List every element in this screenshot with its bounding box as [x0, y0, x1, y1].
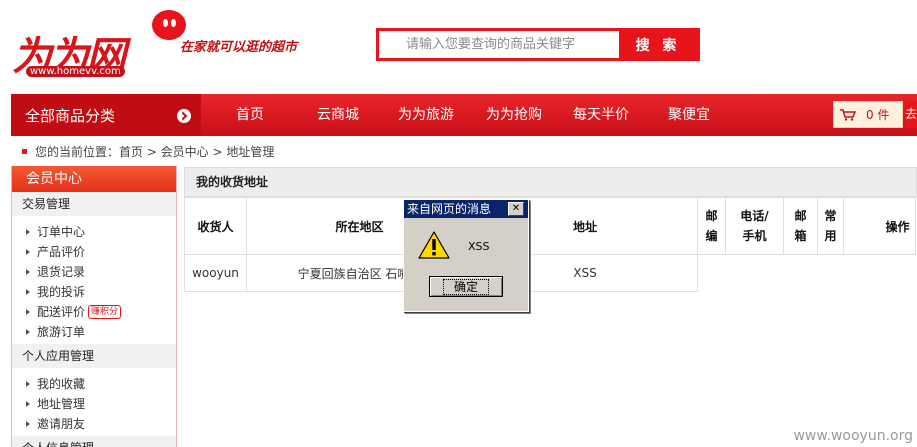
triangle-right-icon	[26, 329, 30, 335]
sidebar-item-label: 产品评价	[37, 245, 86, 259]
sidebar-group-personal: 个人应用管理	[12, 344, 176, 368]
nav-item-travel[interactable]: 为为旅游	[398, 94, 454, 136]
col-postcode-label: 邮编	[705, 209, 718, 243]
sidebar-item-orders[interactable]: 订单中心	[26, 222, 176, 242]
col-actions: 操作	[843, 197, 916, 255]
triangle-right-icon	[26, 249, 30, 255]
sidebar-item-label: 我的收藏	[37, 377, 86, 391]
sidebar-item-invite[interactable]: 邀请朋友	[26, 414, 176, 434]
sidebar-item-label: 订单中心	[37, 225, 86, 239]
col-postcode: 邮编	[697, 197, 726, 255]
nav-item-half-price[interactable]: 每天半价	[573, 94, 629, 136]
earn-points-badge: 赚积分	[88, 305, 122, 319]
triangle-right-icon	[26, 381, 30, 387]
member-sidebar: 会员中心 交易管理 订单中心 产品评价 退货记录 我的投诉 配送评价 赚积分 旅游…	[11, 166, 177, 447]
triangle-right-icon	[26, 401, 30, 407]
table-header-row: 收货人 所在地区 地址 邮编 电话/手机 邮箱 常用 操作	[184, 197, 916, 255]
site-slogan: 在家就可以逛的超市	[180, 40, 298, 55]
site-logo[interactable]: 为为网 www.homevv.com	[10, 10, 186, 82]
breadcrumb-text: 您的当前位置：首页 > 会员中心 > 地址管理	[35, 145, 275, 159]
cart-count: 0 件	[866, 108, 890, 122]
sidebar-item-reviews[interactable]: 产品评价	[26, 242, 176, 262]
breadcrumb: 您的当前位置：首页 > 会员中心 > 地址管理	[22, 143, 274, 160]
dialog-titlebar[interactable]: 来自网页的消息 ✕	[404, 200, 528, 218]
col-actions-label: 操作	[885, 219, 910, 234]
table-row: wooyun 宁夏回族自治区 石嘴山 XSS	[184, 254, 916, 292]
sidebar-item-complaints[interactable]: 我的投诉	[26, 282, 176, 302]
main-nav: 全部商品分类 首页 云商城 为为旅游 为为抢购 每天半价 聚便宜 0 件 去	[11, 94, 917, 136]
nav-item-home[interactable]: 首页	[236, 94, 264, 136]
sidebar-item-returns[interactable]: 退货记录	[26, 262, 176, 282]
ok-button[interactable]: 确定	[429, 276, 503, 297]
address-panel: 我的收货地址 收货人 所在地区 地址 邮编 电话/手机 邮箱 常用 操作 woo…	[184, 167, 917, 292]
checkout-button[interactable]: 去	[905, 101, 917, 128]
ok-button-label: 确定	[442, 279, 489, 295]
dialog-message: XSS	[468, 240, 490, 253]
cart-button[interactable]: 0 件	[833, 101, 903, 128]
col-email: 邮箱	[783, 197, 818, 255]
col-default: 常用	[817, 197, 844, 255]
triangle-right-icon	[26, 269, 30, 275]
triangle-right-icon	[26, 229, 30, 235]
sidebar-item-label: 配送评价	[37, 305, 86, 319]
sidebar-group-profile: 个人信息管理	[12, 436, 176, 447]
triangle-right-icon	[26, 309, 30, 315]
col-default-label: 常用	[824, 209, 837, 243]
col-phone: 电话/手机	[725, 197, 784, 255]
search-bar: 搜 索	[376, 28, 700, 61]
sidebar-item-label: 旅游订单	[37, 325, 86, 339]
search-button[interactable]: 搜 索	[619, 31, 697, 58]
chevron-right-icon	[177, 109, 191, 123]
sidebar-item-delivery-review[interactable]: 配送评价 赚积分	[26, 302, 176, 322]
sidebar-group-trade: 交易管理	[12, 192, 176, 216]
warning-icon	[418, 231, 450, 259]
sidebar-item-label: 退货记录	[37, 265, 86, 279]
sidebar-title: 会员中心	[12, 166, 176, 192]
sidebar-item-label: 邀请朋友	[37, 417, 86, 431]
sidebar-item-label: 地址管理	[37, 397, 86, 411]
all-categories-button[interactable]: 全部商品分类	[11, 94, 201, 136]
triangle-right-icon	[26, 289, 30, 295]
col-email-label: 邮箱	[794, 209, 807, 243]
cart-icon	[840, 108, 856, 121]
col-recipient: 收货人	[184, 197, 247, 255]
search-input[interactable]	[379, 31, 619, 58]
alert-dialog: 来自网页的消息 ✕ XSS 确定	[403, 199, 529, 312]
sidebar-item-addresses[interactable]: 地址管理	[26, 394, 176, 414]
dialog-title: 来自网页的消息	[407, 202, 492, 216]
address-table: 收货人 所在地区 地址 邮编 电话/手机 邮箱 常用 操作 wooyun 宁夏回…	[184, 197, 916, 292]
watermark: www.wooyun.org	[793, 428, 913, 444]
close-icon: ✕	[511, 203, 521, 214]
triangle-right-icon	[26, 421, 30, 427]
all-categories-label: 全部商品分类	[25, 107, 116, 125]
close-button[interactable]: ✕	[508, 202, 524, 216]
sidebar-item-label: 我的投诉	[37, 285, 86, 299]
nav-item-cheap[interactable]: 聚便宜	[668, 94, 710, 136]
cell-recipient: wooyun	[184, 254, 247, 292]
sidebar-item-favorites[interactable]: 我的收藏	[26, 374, 176, 394]
nav-item-cloud-mall[interactable]: 云商城	[317, 94, 359, 136]
logo-url: www.homevv.com	[26, 66, 125, 77]
breadcrumb-bullet-icon	[22, 149, 27, 154]
nav-item-flash-sale[interactable]: 为为抢购	[486, 94, 542, 136]
sidebar-item-travel-orders[interactable]: 旅游订单	[26, 322, 176, 342]
site-header: 为为网 www.homevv.com 在家就可以逛的超市 搜 索	[0, 0, 917, 92]
page-title: 我的收货地址	[184, 167, 917, 197]
col-phone-label: 电话/手机	[740, 209, 769, 243]
